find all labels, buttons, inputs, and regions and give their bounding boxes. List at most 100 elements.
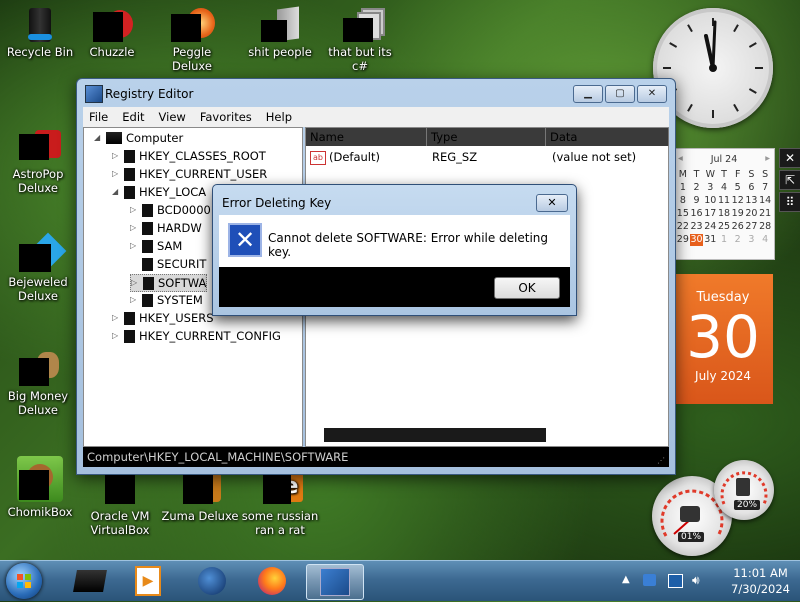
horizontal-scrollbar[interactable]: [324, 428, 546, 442]
value-row[interactable]: ab (Default) REG_SZ (value not set): [306, 148, 668, 166]
calendar-gadget[interactable]: ◂ Jul 24 ▸ M T W T F S S 1 2 3 4 5 6 7 8 9 10 11 12 13 14 15 1…: [673, 148, 775, 404]
calendar-day[interactable]: 10: [703, 195, 717, 207]
gadget-options-icon[interactable]: ⇱: [779, 170, 800, 190]
tree-item-hardware[interactable]: ▷ HARDW: [130, 220, 202, 236]
desktop-icon-that-but-its-c[interactable]: that but its c#: [320, 8, 400, 73]
calendar-day[interactable]: 6: [745, 182, 759, 194]
desktop-icon-chuzzle[interactable]: Chuzzle: [72, 8, 152, 59]
tree-item-bcd[interactable]: ▷ BCD0000: [130, 202, 211, 218]
collapse-arrow-icon[interactable]: ◢: [94, 130, 102, 146]
gadget-drag-icon[interactable]: ⠿: [779, 192, 800, 212]
calendar-day[interactable]: 18: [717, 208, 731, 220]
expand-arrow-icon[interactable]: ▷: [130, 202, 138, 218]
calendar-day[interactable]: 19: [731, 208, 745, 220]
desktop-icon-zuma[interactable]: Zuma Deluxe: [160, 472, 240, 523]
ok-button[interactable]: OK: [494, 277, 560, 299]
calendar-day[interactable]: 31: [703, 234, 717, 246]
collapse-arrow-icon[interactable]: ◢: [112, 184, 120, 200]
calendar-day[interactable]: 27: [745, 221, 759, 233]
calendar-day[interactable]: 15: [676, 208, 690, 220]
calendar-day[interactable]: 29: [676, 234, 690, 246]
calendar-day[interactable]: 2: [690, 182, 704, 194]
desktop-icon-some-russian[interactable]: e some russian ran a rat: [240, 472, 320, 537]
expand-arrow-icon[interactable]: ▷: [112, 148, 120, 164]
expand-arrow-icon[interactable]: ▷: [130, 238, 138, 254]
taskbar-app-media-player[interactable]: ▶: [120, 564, 176, 598]
desktop-icon-bejeweled[interactable]: Bejeweled Deluxe: [0, 232, 78, 303]
taskbar-app-firefox[interactable]: [244, 564, 300, 598]
calendar-day[interactable]: 1: [676, 182, 690, 194]
menu-file[interactable]: File: [89, 110, 108, 124]
expand-arrow-icon[interactable]: ▷: [130, 292, 138, 308]
taskbar-app-ie[interactable]: [184, 564, 240, 598]
memory-meter-gadget[interactable]: 20%: [714, 460, 774, 520]
menu-help[interactable]: Help: [266, 110, 292, 124]
maximize-button[interactable]: ▢: [605, 85, 635, 103]
calendar-day[interactable]: 5: [731, 182, 745, 194]
calendar-day[interactable]: 3: [703, 182, 717, 194]
tree-item-hkcr[interactable]: ▷ HKEY_CLASSES_ROOT: [112, 148, 266, 164]
desktop-icon-recycle-bin[interactable]: Recycle Bin: [0, 8, 80, 59]
tree-item-hku[interactable]: ▷ HKEY_USERS: [112, 310, 214, 326]
expand-arrow-icon[interactable]: ▷: [131, 275, 139, 291]
calendar-day[interactable]: 16: [690, 208, 704, 220]
expand-arrow-icon[interactable]: ▷: [130, 220, 138, 236]
clock-tray[interactable]: 11:01 AM 7/30/2024: [731, 565, 790, 597]
column-header-data[interactable]: Data: [546, 128, 669, 146]
calendar-day[interactable]: 13: [745, 195, 759, 207]
close-gadget-icon[interactable]: ✕: [779, 148, 800, 168]
tree-item-security[interactable]: SECURIT: [130, 256, 206, 272]
calendar-day[interactable]: 28: [758, 221, 772, 233]
tree-item-system[interactable]: ▷ SYSTEM: [130, 292, 203, 308]
close-button[interactable]: ✕: [637, 85, 667, 103]
expand-arrow-icon[interactable]: ▷: [112, 166, 120, 182]
dialog-close-button[interactable]: ✕: [536, 194, 568, 212]
tree-item-hkcu[interactable]: ▷ HKEY_CURRENT_USER: [112, 166, 267, 182]
calendar-day[interactable]: 7: [758, 182, 772, 194]
calendar-day[interactable]: 22: [676, 221, 690, 233]
calendar-day[interactable]: 1: [717, 234, 731, 246]
desktop-icon-big-money[interactable]: Big Money Deluxe: [0, 352, 78, 417]
calendar-day[interactable]: 25: [717, 221, 731, 233]
show-hidden-icons-icon[interactable]: ▲: [622, 574, 630, 585]
menu-favorites[interactable]: Favorites: [200, 110, 252, 124]
tree-item-software[interactable]: ▷ SOFTWA: [130, 274, 208, 292]
minimize-button[interactable]: ▁: [573, 85, 603, 103]
calendar-day[interactable]: 17: [703, 208, 717, 220]
tree-item-hklm[interactable]: ◢ HKEY_LOCA: [112, 184, 206, 200]
tree-item-hkcc[interactable]: ▷ HKEY_CURRENT_CONFIG: [112, 328, 281, 344]
calendar-day[interactable]: 24: [703, 221, 717, 233]
calendar-day[interactable]: 4: [717, 182, 731, 194]
error-dialog[interactable]: Error Deleting Key ✕ ✕ Cannot delete SOF…: [212, 184, 577, 316]
calendar-day[interactable]: 8: [676, 195, 690, 207]
network-icon[interactable]: [643, 574, 656, 586]
menu-view[interactable]: View: [159, 110, 186, 124]
monitor-icon[interactable]: [668, 574, 683, 588]
desktop-icon-peggle[interactable]: Peggle Deluxe: [152, 8, 232, 73]
resize-grip-icon[interactable]: ⋰: [657, 456, 667, 466]
calendar-day[interactable]: 21: [758, 208, 772, 220]
calendar-day[interactable]: 30: [689, 234, 704, 246]
calendar-day[interactable]: 11: [717, 195, 731, 207]
calendar-day[interactable]: 26: [731, 221, 745, 233]
taskbar-app-desktop[interactable]: [62, 564, 118, 598]
menu-edit[interactable]: Edit: [122, 110, 144, 124]
column-header-name[interactable]: Name: [306, 128, 427, 146]
calendar-day[interactable]: 12: [731, 195, 745, 207]
calendar-day[interactable]: 4: [758, 234, 772, 246]
desktop-icon-chomikbox[interactable]: ChomikBox: [0, 456, 80, 519]
expand-arrow-icon[interactable]: ▷: [112, 310, 120, 326]
calendar-day[interactable]: 2: [731, 234, 745, 246]
desktop-icon-shit-people[interactable]: shit people: [240, 6, 320, 59]
next-month-icon[interactable]: ▸: [765, 153, 770, 164]
calendar-day[interactable]: 14: [758, 195, 772, 207]
volume-icon[interactable]: 🔊︎: [692, 574, 705, 586]
calendar-day[interactable]: 9: [690, 195, 704, 207]
calendar-day[interactable]: 3: [745, 234, 759, 246]
tree-item-sam[interactable]: ▷ SAM: [130, 238, 182, 254]
taskbar-app-registry-editor[interactable]: [306, 564, 364, 600]
expand-arrow-icon[interactable]: ▷: [112, 328, 120, 344]
tree-item-computer[interactable]: ◢ Computer: [94, 130, 183, 146]
calendar-day[interactable]: 23: [690, 221, 704, 233]
column-header-type[interactable]: Type: [427, 128, 546, 146]
